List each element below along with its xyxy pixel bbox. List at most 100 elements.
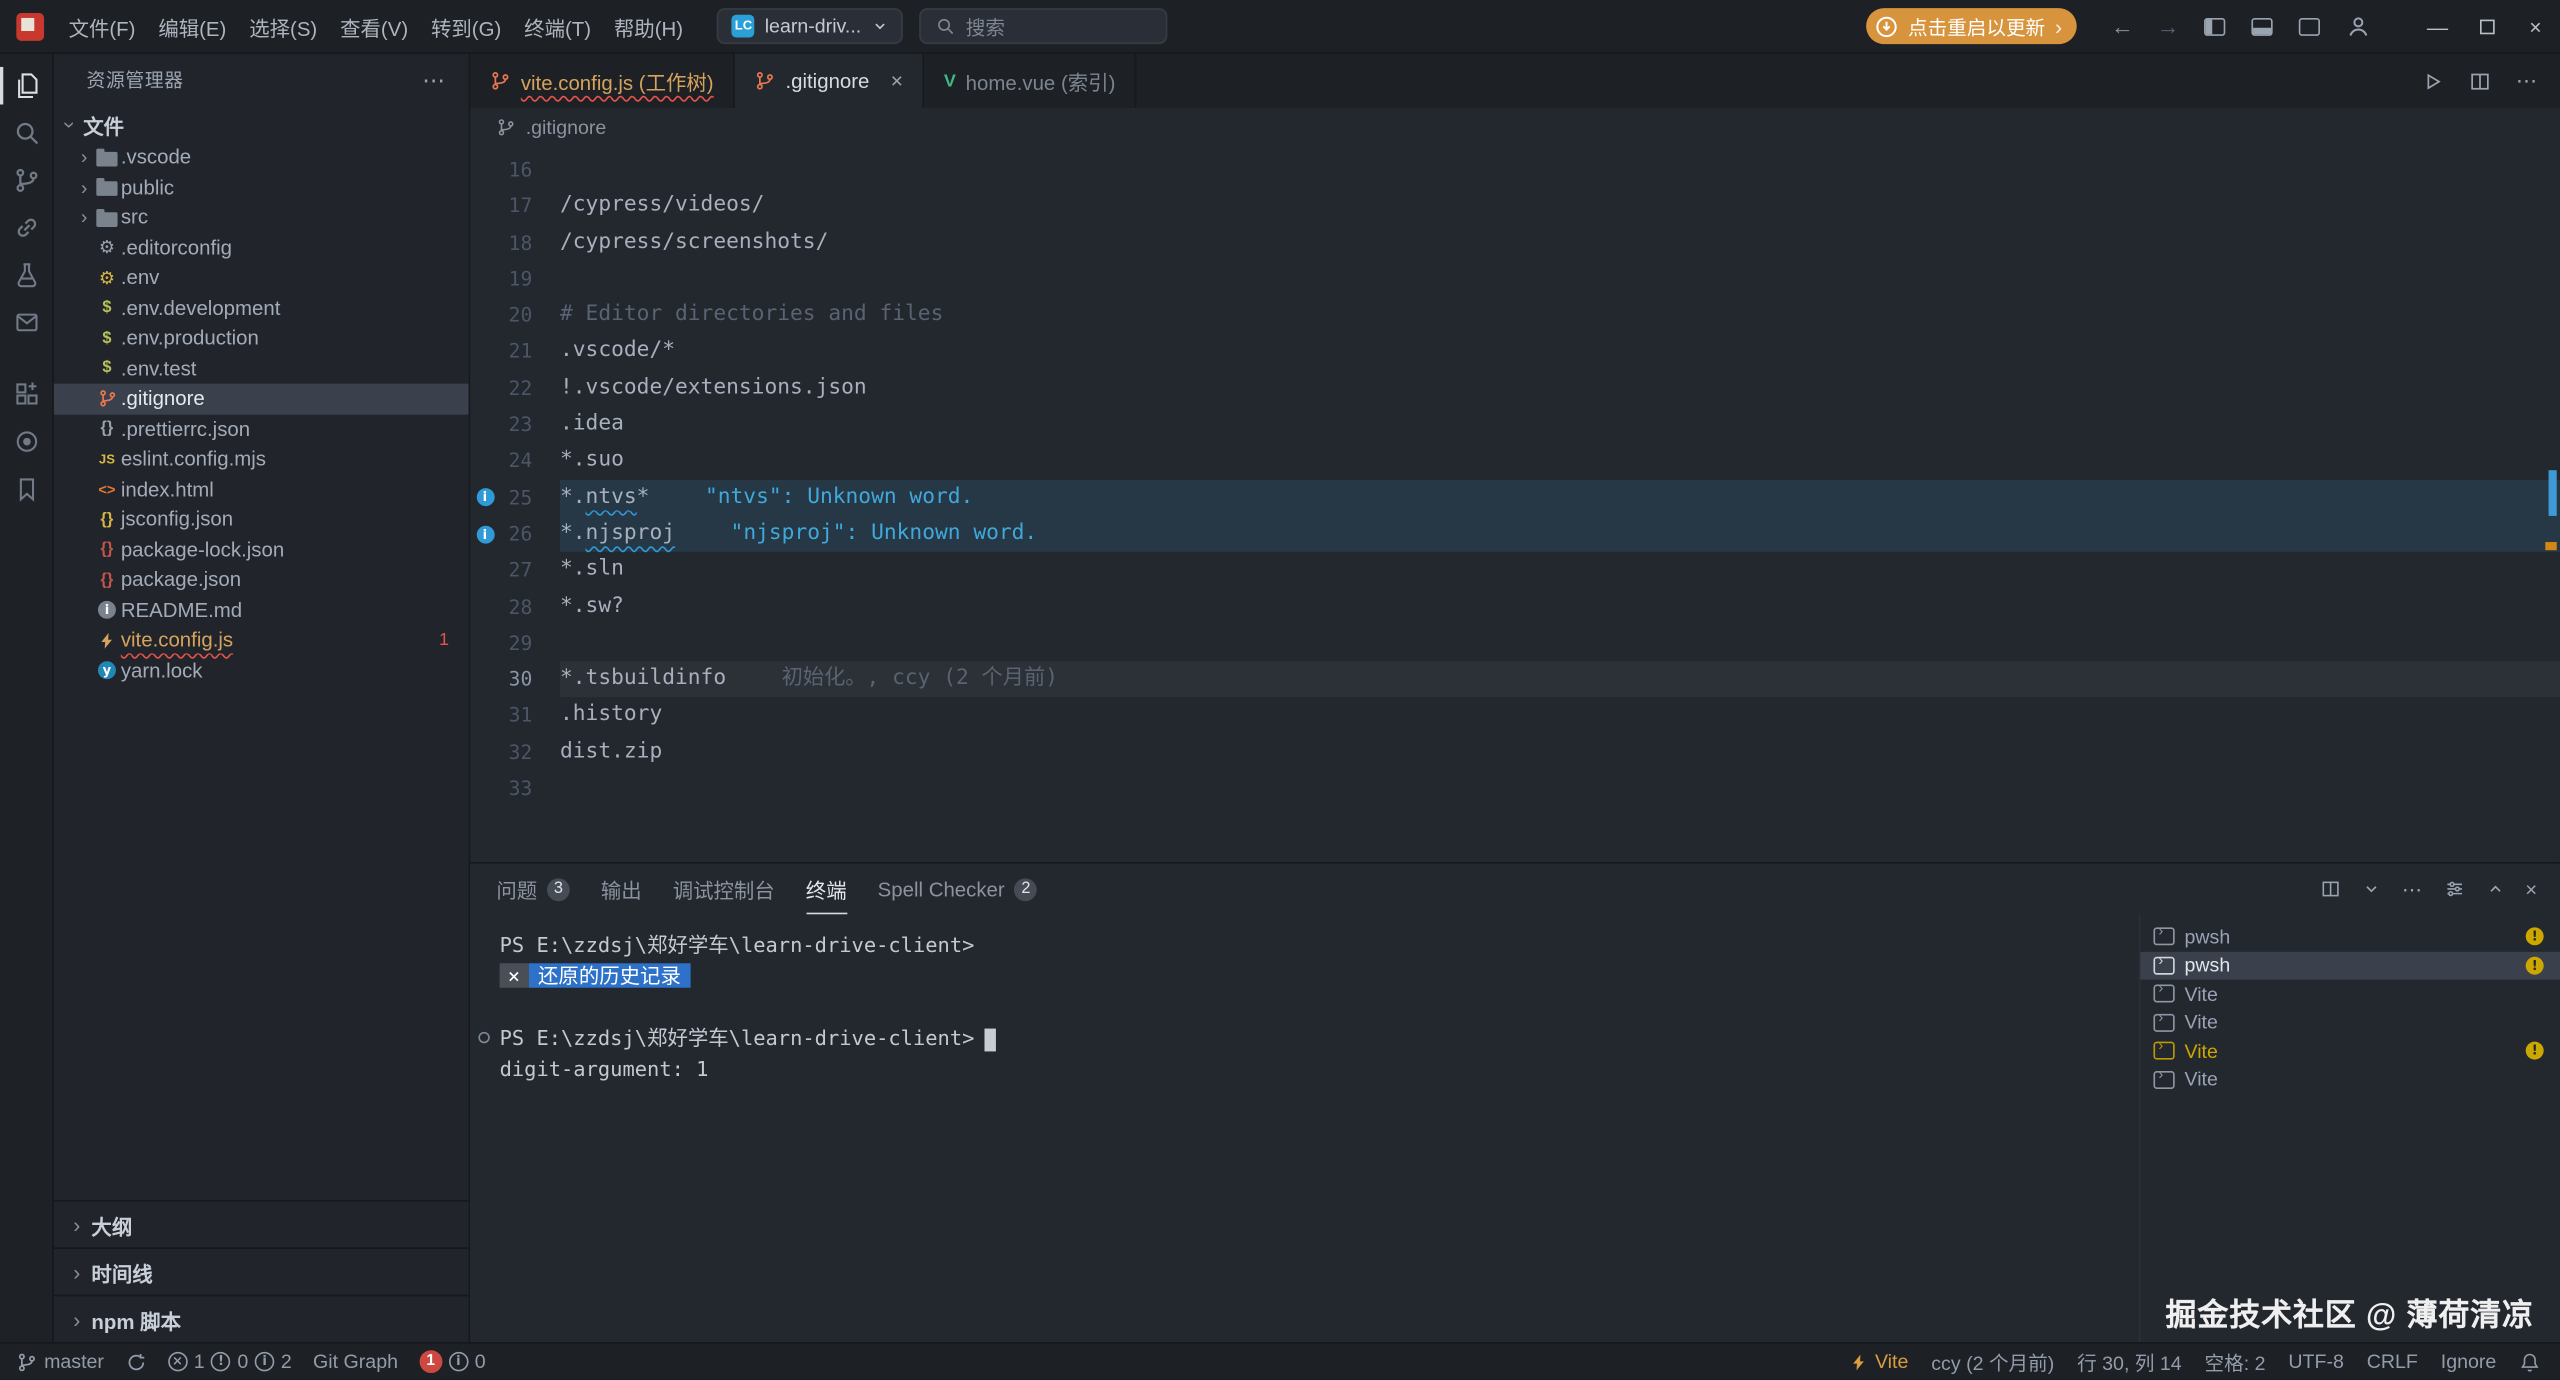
- code-line[interactable]: 17/cypress/videos/: [470, 188, 2560, 224]
- menu-help[interactable]: 帮助(H): [602, 11, 694, 42]
- mail-icon[interactable]: [0, 299, 53, 346]
- tree-item-jsconfig[interactable]: {}jsconfig.json: [54, 504, 469, 534]
- tab-home-vue-index[interactable]: V home.vue (索引): [924, 54, 1136, 108]
- command-decoration-icon[interactable]: [478, 1032, 489, 1043]
- code-line[interactable]: 31.history: [470, 698, 2560, 734]
- language-mode[interactable]: Ignore: [2441, 1350, 2497, 1373]
- code-line[interactable]: 28*.sw?: [470, 589, 2560, 625]
- restart-to-update-button[interactable]: 点击重启以更新 ›: [1866, 8, 2077, 44]
- account-icon[interactable]: [2346, 14, 2370, 38]
- close-button[interactable]: ×: [2511, 0, 2560, 53]
- code-line[interactable]: 22!.vscode/extensions.json: [470, 370, 2560, 406]
- sync-button[interactable]: [125, 1351, 146, 1372]
- minimize-button[interactable]: —: [2413, 0, 2462, 53]
- close-icon[interactable]: ×: [891, 69, 903, 93]
- eol-status[interactable]: CRLF: [2367, 1350, 2418, 1373]
- code-line[interactable]: 20# Editor directories and files: [470, 297, 2560, 333]
- target-icon[interactable]: [0, 418, 53, 465]
- cursor-position[interactable]: 行 30, 列 14: [2077, 1348, 2182, 1376]
- code-line[interactable]: 24*.suo: [470, 443, 2560, 479]
- chevron-down-icon[interactable]: [2363, 880, 2381, 898]
- files-section-header[interactable]: 文件: [54, 106, 469, 142]
- tree-item-env-test[interactable]: $.env.test: [54, 353, 469, 383]
- more-actions-icon[interactable]: ⋯: [2516, 68, 2537, 94]
- breadcrumb[interactable]: .gitignore: [470, 108, 2560, 147]
- source-control-icon[interactable]: [0, 157, 53, 204]
- tree-item-package-json[interactable]: {}package.json: [54, 565, 469, 595]
- code-line[interactable]: 16: [470, 152, 2560, 188]
- tree-item-vscode[interactable]: .vscode: [54, 142, 469, 172]
- git-graph-button[interactable]: Git Graph: [313, 1350, 398, 1373]
- terminal-list-item-vite[interactable]: Vite: [2140, 980, 2560, 1009]
- tree-item-env[interactable]: ⚙.env: [54, 263, 469, 293]
- tab-gitignore[interactable]: .gitignore ×: [735, 54, 924, 108]
- toggle-panel-icon[interactable]: [2251, 17, 2272, 35]
- remote-link-icon[interactable]: [0, 204, 53, 251]
- run-icon[interactable]: [2421, 69, 2444, 92]
- tab-spell-checker[interactable]: Spell Checker2: [878, 864, 1038, 915]
- terminal-list-item-pwsh[interactable]: pwsh: [2140, 922, 2560, 951]
- terminal-list-item-vite-warn[interactable]: Vite: [2140, 1037, 2560, 1066]
- more-actions-icon[interactable]: ⋯: [2402, 877, 2422, 901]
- tab-terminal[interactable]: 终端: [806, 864, 847, 915]
- menu-selection[interactable]: 选择(S): [238, 11, 329, 42]
- project-selector[interactable]: LC learn-driv...: [717, 8, 902, 44]
- search-icon[interactable]: [0, 109, 53, 156]
- code-line-info-highlight[interactable]: 26*.njsproj"njsproj": Unknown word.: [470, 516, 2560, 552]
- outline-section[interactable]: 大纲: [54, 1200, 469, 1247]
- code-line[interactable]: 29: [470, 625, 2560, 661]
- toggle-secondary-sidebar-icon[interactable]: [2299, 17, 2320, 35]
- code-line[interactable]: 19: [470, 261, 2560, 297]
- tab-output[interactable]: 输出: [601, 864, 642, 915]
- extension-badge[interactable]: 1 0: [419, 1350, 485, 1373]
- tab-debug-console[interactable]: 调试控制台: [673, 864, 775, 915]
- back-button[interactable]: ←: [2100, 13, 2146, 39]
- code-line[interactable]: 33: [470, 771, 2560, 807]
- tree-item-eslint-config[interactable]: JSeslint.config.mjs: [54, 444, 469, 474]
- filter-sliders-icon[interactable]: [2444, 878, 2465, 899]
- testing-beaker-icon[interactable]: [0, 251, 53, 298]
- tree-item-editorconfig[interactable]: ⚙.editorconfig: [54, 233, 469, 263]
- code-line-info-highlight[interactable]: 25*.ntvs*"ntvs": Unknown word.: [470, 479, 2560, 515]
- terminal-list-item-pwsh-active[interactable]: pwsh: [2140, 951, 2560, 980]
- menu-go[interactable]: 转到(G): [420, 11, 513, 42]
- tree-item-index-html[interactable]: <>index.html: [54, 474, 469, 504]
- blame-status[interactable]: ccy (2 个月前): [1931, 1348, 2054, 1376]
- npm-scripts-section[interactable]: npm 脚本: [54, 1295, 469, 1342]
- timeline-section[interactable]: 时间线: [54, 1247, 469, 1294]
- menu-file[interactable]: 文件(F): [57, 11, 147, 42]
- code-line-current[interactable]: 30*.tsbuildinfo初始化。, ccy (2 个月前): [470, 661, 2560, 697]
- bookmarks-icon[interactable]: [0, 465, 53, 512]
- tab-vite-config-working-tree[interactable]: vite.config.js (工作树): [470, 54, 735, 108]
- split-terminal-icon[interactable]: [2320, 878, 2341, 899]
- close-panel-icon[interactable]: ×: [2525, 878, 2537, 901]
- tree-item-public[interactable]: public: [54, 172, 469, 202]
- tree-item-package-lock[interactable]: {}package-lock.json: [54, 535, 469, 565]
- tree-item-yarn-lock[interactable]: yyarn.lock: [54, 656, 469, 686]
- command-center-search[interactable]: 搜索: [918, 8, 1166, 44]
- toggle-sidebar-icon[interactable]: [2204, 17, 2225, 35]
- explorer-icon[interactable]: [0, 62, 53, 109]
- chevron-up-icon[interactable]: [2486, 880, 2504, 898]
- code-line[interactable]: 23.idea: [470, 407, 2560, 443]
- terminal-list-item-vite[interactable]: Vite: [2140, 1065, 2560, 1094]
- tree-item-env-production[interactable]: $.env.production: [54, 323, 469, 353]
- menu-view[interactable]: 查看(V): [329, 11, 420, 42]
- terminal-list-item-vite[interactable]: Vite: [2140, 1008, 2560, 1037]
- tree-item-vite-config[interactable]: vite.config.js1: [54, 625, 469, 655]
- tree-item-readme[interactable]: iREADME.md: [54, 595, 469, 625]
- extensions-icon[interactable]: [0, 371, 53, 418]
- tab-problems[interactable]: 问题3: [496, 864, 569, 915]
- indentation-status[interactable]: 空格: 2: [2205, 1348, 2266, 1376]
- encoding-status[interactable]: UTF-8: [2288, 1350, 2344, 1373]
- code-editor[interactable]: 16 17/cypress/videos/ 18/cypress/screens…: [470, 147, 2560, 862]
- tree-item-src[interactable]: src: [54, 202, 469, 232]
- code-line[interactable]: 27*.sln: [470, 552, 2560, 588]
- tree-item-prettierrc[interactable]: {}.prettierrc.json: [54, 414, 469, 444]
- code-line[interactable]: 32dist.zip: [470, 734, 2560, 770]
- code-line[interactable]: 18/cypress/screenshots/: [470, 225, 2560, 261]
- split-editor-icon[interactable]: [2469, 69, 2492, 92]
- maximize-button[interactable]: [2462, 0, 2511, 53]
- branch-indicator[interactable]: master: [16, 1350, 104, 1373]
- code-line[interactable]: 21.vscode/*: [470, 334, 2560, 370]
